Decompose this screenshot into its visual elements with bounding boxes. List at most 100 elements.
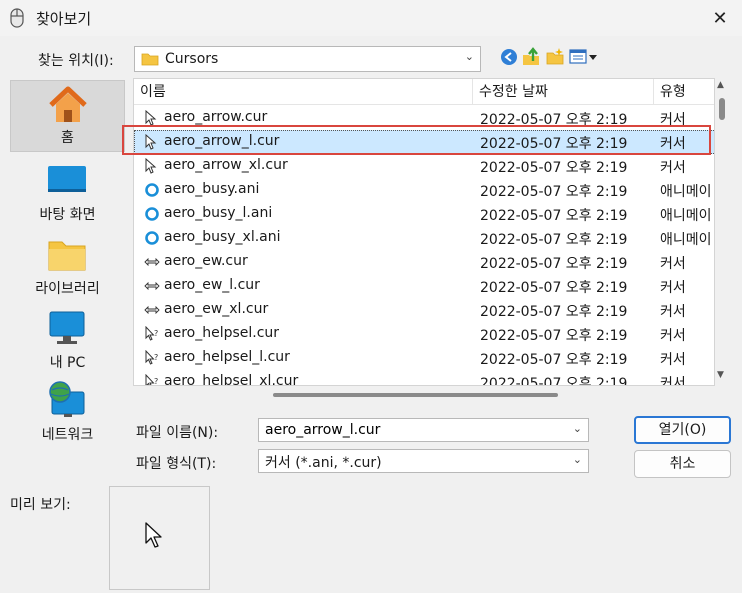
column-header-type[interactable]: 유형	[654, 79, 714, 105]
file-type: 커서	[660, 352, 686, 368]
lookin-dropdown[interactable]: Cursors ⌄	[134, 46, 481, 72]
file-date: 2022-05-07 오후 2:19	[480, 160, 628, 176]
back-button[interactable]	[498, 46, 520, 68]
chevron-down-icon: ⌄	[464, 50, 474, 63]
file-name: aero_ew_l.cur	[164, 277, 260, 293]
file-date: 2022-05-07 오후 2:19	[480, 280, 628, 296]
filename-input[interactable]	[265, 421, 565, 439]
place-pc[interactable]: 내 PC	[10, 304, 125, 376]
up-folder-button[interactable]	[520, 46, 542, 68]
file-type: 커서	[660, 328, 686, 344]
horizontal-scrollbar[interactable]	[133, 386, 715, 400]
desktop-icon	[48, 166, 86, 192]
file-row[interactable]: aero_arrow_xl.cur 2022-05-07 오후 2:19 커서	[134, 154, 714, 178]
chevron-down-icon[interactable]: ⌄	[573, 422, 582, 435]
place-home[interactable]: 홈	[10, 80, 125, 152]
filename-combo[interactable]: ⌄	[258, 418, 589, 442]
svg-text:?: ?	[154, 353, 158, 362]
file-list[interactable]: 이름 수정한 날짜 유형 ⌃ aero_arrow.cur 2022-05-07 …	[133, 78, 715, 386]
ew-resize-icon	[144, 305, 160, 315]
file-row[interactable]: aero_arrow_l.cur 2022-05-07 오후 2:19 커서	[134, 130, 714, 154]
file-row[interactable]: aero_busy_xl.ani 2022-05-07 오후 2:19 애니메이	[134, 226, 714, 250]
file-name: aero_arrow.cur	[164, 109, 268, 125]
place-desktop[interactable]: 바탕 화면	[10, 156, 125, 228]
lookin-value: Cursors	[165, 51, 219, 67]
file-type: 커서	[660, 160, 686, 176]
file-row[interactable]: aero_busy_l.ani 2022-05-07 오후 2:19 애니메이	[134, 202, 714, 226]
svg-text:?: ?	[154, 377, 158, 386]
arrow-cursor-icon	[145, 158, 157, 174]
file-name: aero_helpsel_l.cur	[164, 349, 290, 365]
network-icon	[49, 381, 85, 417]
views-menu-button[interactable]	[568, 46, 600, 68]
file-name: aero_busy_l.ani	[164, 205, 273, 221]
file-row[interactable]: aero_ew_xl.cur 2022-05-07 오후 2:19 커서	[134, 298, 714, 322]
arrow-cursor-icon	[145, 522, 162, 548]
file-date: 2022-05-07 오후 2:19	[480, 232, 628, 248]
chevron-down-icon: ⌄	[572, 453, 582, 466]
file-type: 애니메이	[660, 184, 712, 200]
file-name: aero_busy_xl.ani	[164, 229, 281, 245]
place-network[interactable]: 네트워크	[10, 376, 125, 448]
help-cursor-icon: ?	[145, 350, 158, 365]
file-name: aero_ew.cur	[164, 253, 248, 269]
place-label: 내 PC	[49, 355, 86, 371]
scroll-down-icon[interactable]: ▼	[717, 370, 724, 380]
file-date: 2022-05-07 오후 2:19	[480, 112, 628, 128]
vertical-scroll-thumb[interactable]	[719, 98, 725, 120]
up-folder-icon	[523, 47, 539, 65]
library-folder-icon	[48, 241, 86, 271]
lookin-label: 찾는 위치(I):	[38, 53, 114, 69]
file-row[interactable]: aero_ew.cur 2022-05-07 오후 2:19 커서	[134, 250, 714, 274]
file-date: 2022-05-07 오후 2:19	[480, 256, 628, 272]
file-name: aero_helpsel_xl.cur	[164, 373, 299, 386]
file-row[interactable]: aero_arrow.cur 2022-05-07 오후 2:19 커서	[134, 106, 714, 130]
file-type: 애니메이	[660, 232, 712, 248]
scroll-up-icon[interactable]: ▲	[717, 80, 724, 90]
ew-resize-icon	[144, 281, 160, 291]
place-library[interactable]: 라이브러리	[10, 230, 125, 302]
file-type: 애니메이	[660, 208, 712, 224]
file-date: 2022-05-07 오후 2:19	[480, 136, 628, 152]
file-name: aero_ew_xl.cur	[164, 301, 269, 317]
list-header: 이름 수정한 날짜 유형 ⌃	[134, 79, 714, 105]
file-name: aero_helpsel.cur	[164, 325, 280, 341]
file-row[interactable]: ? aero_helpsel_xl.cur 2022-05-07 오후 2:19 커서	[134, 370, 714, 386]
file-rows: aero_arrow.cur 2022-05-07 오후 2:19 커서 aero_a…	[134, 106, 714, 386]
help-cursor-icon: ?	[145, 326, 158, 341]
close-button[interactable]: ✕	[698, 0, 742, 36]
file-name: aero_busy.ani	[164, 181, 260, 197]
new-folder-button[interactable]	[544, 46, 566, 68]
file-row[interactable]: aero_busy.ani 2022-05-07 오후 2:19 애니메이	[134, 178, 714, 202]
place-label: 홈	[61, 130, 74, 146]
horizontal-scroll-thumb[interactable]	[273, 393, 558, 397]
file-row[interactable]: ? aero_helpsel_l.cur 2022-05-07 오후 2:19 커서	[134, 346, 714, 370]
place-label: 네트워크	[41, 427, 94, 443]
arrow-cursor-icon	[145, 110, 157, 126]
filename-label: 파일 이름(N):	[136, 425, 219, 441]
file-name: aero_arrow_xl.cur	[164, 157, 288, 173]
file-type: 커서	[660, 280, 686, 296]
preview-label: 미리 보기:	[10, 497, 71, 513]
file-type: 커서	[660, 304, 686, 320]
cancel-button[interactable]: 취소	[634, 450, 731, 478]
filetype-label: 파일 형식(T):	[136, 456, 217, 472]
file-row[interactable]: aero_ew_l.cur 2022-05-07 오후 2:19 커서	[134, 274, 714, 298]
file-row[interactable]: ? aero_helpsel.cur 2022-05-07 오후 2:19 커서	[134, 322, 714, 346]
open-button[interactable]: 열기(O)	[634, 416, 731, 444]
arrow-cursor-icon	[145, 134, 157, 150]
new-folder-icon	[546, 48, 564, 65]
file-date: 2022-05-07 오후 2:19	[480, 376, 628, 386]
pc-icon	[49, 311, 85, 344]
busy-ring-icon	[145, 231, 159, 245]
column-header-date[interactable]: 수정한 날짜	[473, 79, 654, 105]
back-icon	[501, 49, 517, 65]
svg-text:?: ?	[154, 329, 158, 338]
file-date: 2022-05-07 오후 2:19	[480, 208, 628, 224]
file-type: 커서	[660, 376, 686, 386]
vertical-scrollbar[interactable]: ▲ ▼	[715, 78, 729, 386]
file-date: 2022-05-07 오후 2:19	[480, 184, 628, 200]
window-title: 찾아보기	[36, 10, 92, 28]
folder-icon	[141, 53, 159, 66]
filetype-dropdown[interactable]: 커서 (*.ani, *.cur) ⌄	[258, 449, 589, 473]
